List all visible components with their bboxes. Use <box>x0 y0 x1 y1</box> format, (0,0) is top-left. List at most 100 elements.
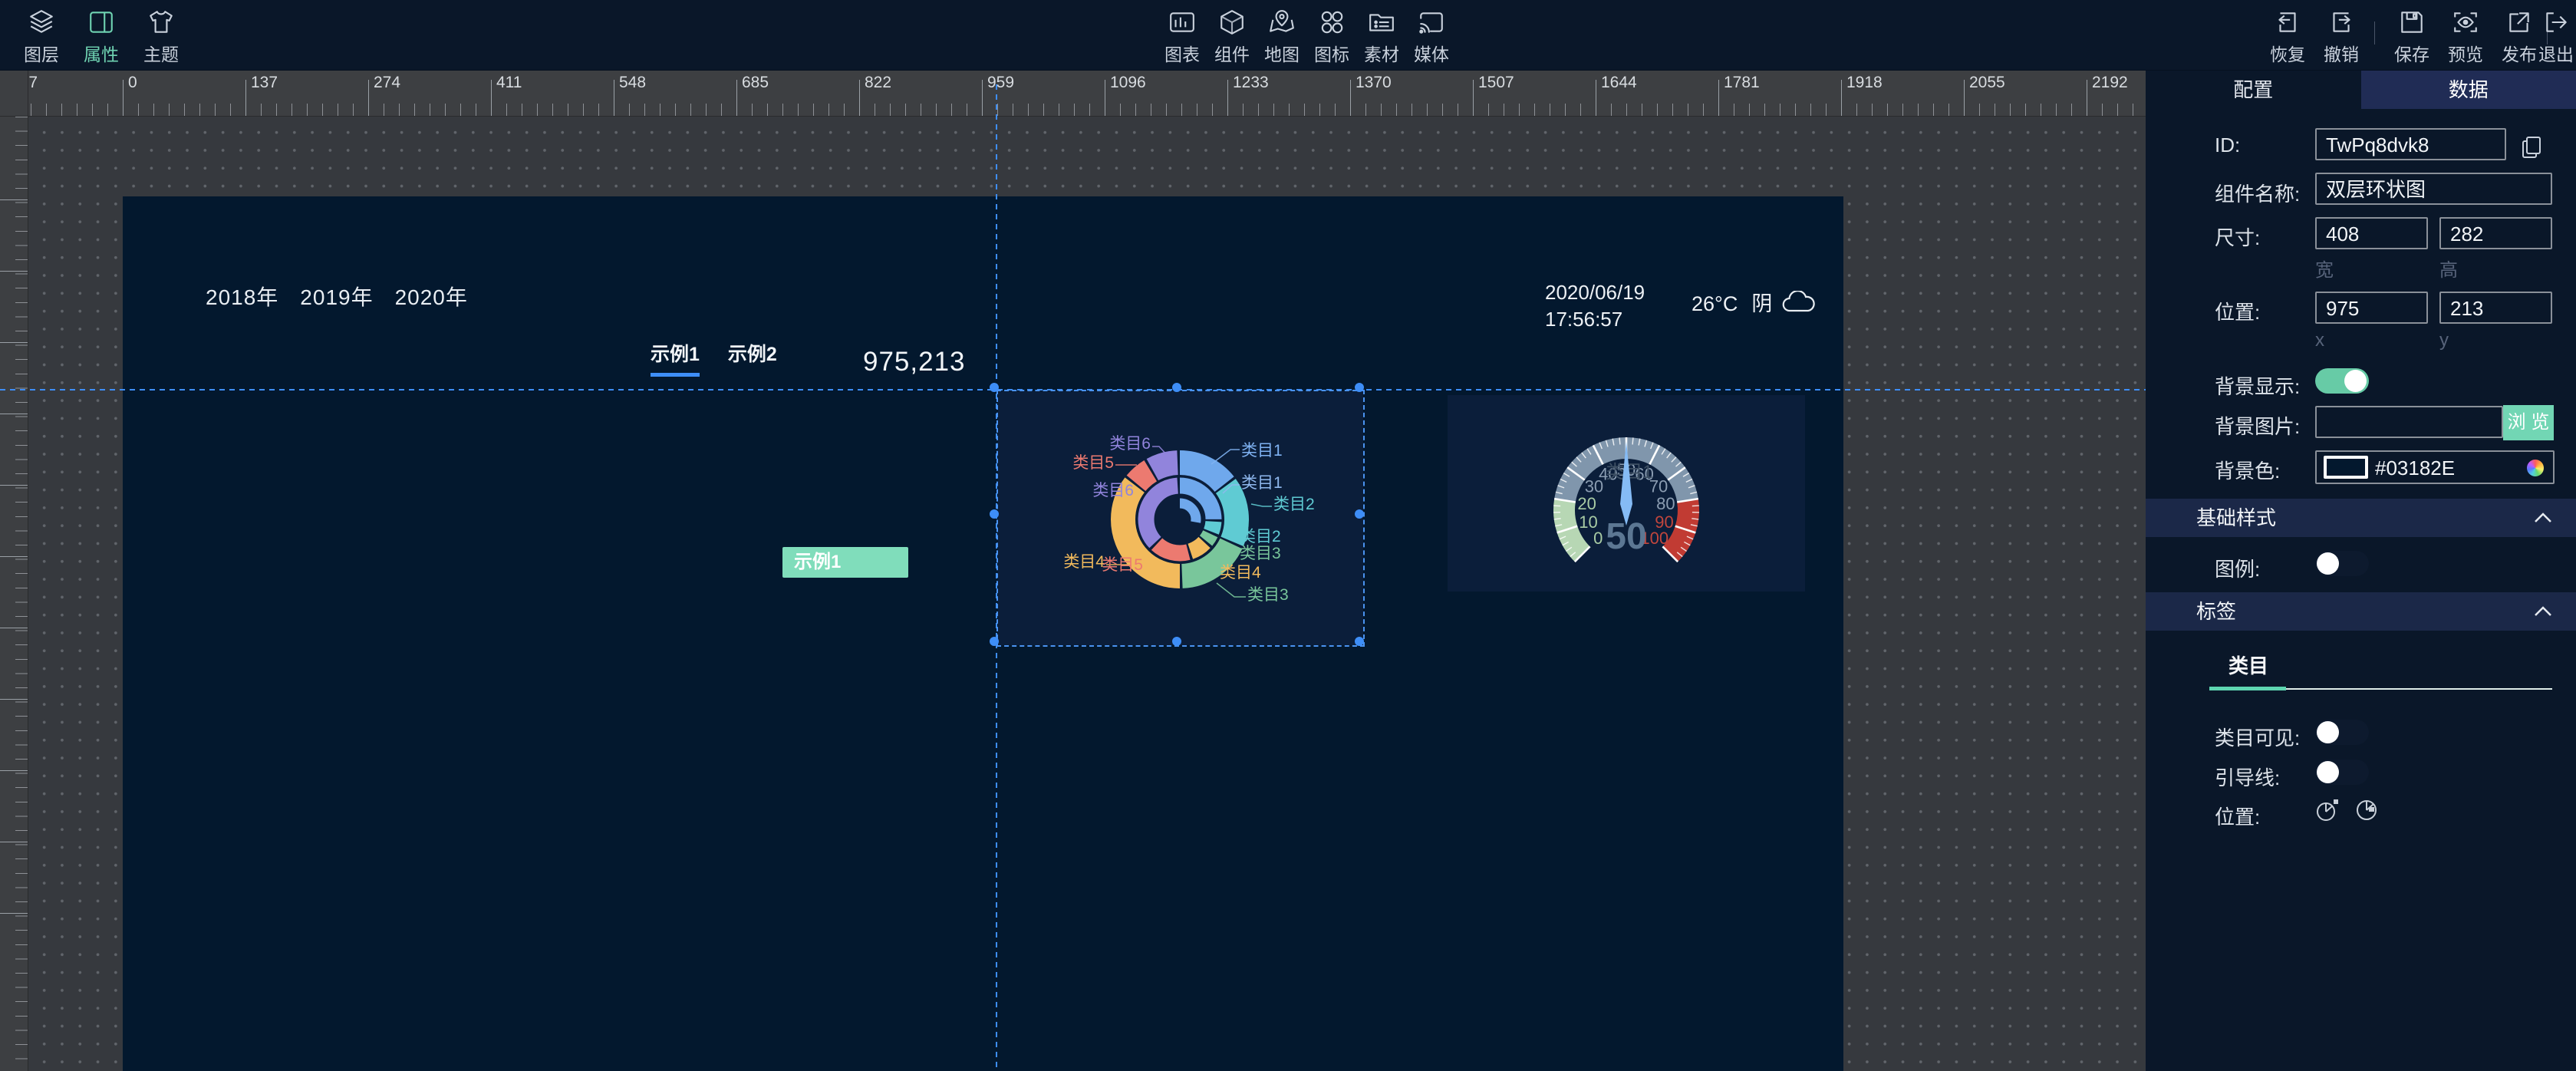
bg-image-label: 背景图片: <box>2215 411 2300 440</box>
bg-color-picker[interactable]: #03182E <box>2315 450 2555 484</box>
year-option[interactable]: 2020年 <box>395 285 468 309</box>
toolbar-chart-button[interactable]: 图表 <box>1155 6 1210 66</box>
toolbar-properties-label: 属性 <box>74 40 129 66</box>
ruler-label: 558 <box>0 615 3 641</box>
ruler-major-tick <box>1964 80 1965 117</box>
toolbar-media-button[interactable]: 媒体 <box>1404 6 1459 66</box>
toolbar-properties-button[interactable]: 属性 <box>74 6 129 66</box>
browse-button[interactable]: 浏 览 <box>2503 405 2554 440</box>
ruler-label: 279 <box>0 400 3 427</box>
bg-color-label: 背景色: <box>2215 456 2280 484</box>
gauge-panel[interactable]: 0102030405060708090100类目150 <box>1448 395 1805 592</box>
year-selector-widget[interactable]: 2018年 2019年 2020年 <box>206 281 489 311</box>
selection-box[interactable] <box>996 390 1365 647</box>
section-tags[interactable]: 标签 <box>2146 592 2576 631</box>
legend-toggle[interactable] <box>2315 551 2369 576</box>
ruler-label: 822 <box>865 74 891 92</box>
toggle-knob <box>2317 721 2339 743</box>
toolbar-material-button[interactable]: 素材 <box>1354 6 1409 66</box>
pos-x-field[interactable]: 975 <box>2315 292 2428 324</box>
ruler-major-tick <box>123 80 124 117</box>
guide-line-toggle[interactable] <box>2315 760 2369 785</box>
date-text: 2020/06/19 <box>1545 279 1645 306</box>
toolbar-component-label: 组件 <box>1204 40 1260 66</box>
label-inside-icon[interactable] <box>2355 798 2380 822</box>
year-option[interactable]: 2018年 <box>206 285 278 309</box>
ruler-major-tick <box>0 485 28 486</box>
height-field[interactable]: 282 <box>2439 217 2552 249</box>
selection-handle[interactable] <box>990 509 999 519</box>
toolbar-theme-button[interactable]: 主题 <box>133 6 189 66</box>
color-wheel-icon[interactable] <box>2527 460 2544 476</box>
ruler-major-tick <box>0 699 28 700</box>
pos-y-field[interactable]: 213 <box>2439 292 2552 324</box>
ruler-major-tick <box>491 80 492 117</box>
copy-icon[interactable] <box>2520 135 2543 163</box>
section-base-style[interactable]: 基础样式 <box>2146 499 2576 537</box>
svg-text:20: 20 <box>1577 494 1596 513</box>
label-outside-icon[interactable] <box>2315 798 2340 822</box>
demo-tab-1[interactable]: 示例1 <box>651 339 700 377</box>
ruler-label: 93 <box>0 267 3 285</box>
time-text: 17:56:57 <box>1545 306 1645 333</box>
id-label: ID: <box>2215 133 2240 157</box>
toolbar-restore-button[interactable]: 恢复 <box>2260 6 2315 66</box>
component-cube-icon <box>1204 6 1260 38</box>
chevron-up-icon <box>2533 605 2553 618</box>
ruler-major-tick <box>0 913 28 914</box>
category-tab[interactable]: 类目 <box>2228 651 2268 679</box>
toolbar-icons-label: 图标 <box>1304 40 1359 66</box>
undo-icon <box>2314 6 2369 38</box>
ruler-label: 465 <box>0 543 3 570</box>
toolbar-component-button[interactable]: 组件 <box>1204 6 1260 66</box>
toolbar-icons-button[interactable]: 图标 <box>1304 6 1359 66</box>
toolbar-exit-button[interactable]: 退出 <box>2528 6 2576 66</box>
toolbar-save-button[interactable]: 保存 <box>2384 6 2439 66</box>
ruler-label: 2192 <box>2092 74 2128 92</box>
selection-handle[interactable] <box>990 637 999 646</box>
ruler-label: 1781 <box>1724 74 1760 92</box>
selection-handle[interactable] <box>1355 509 1364 519</box>
ruler-major-tick <box>1718 80 1719 117</box>
sample-button-widget[interactable]: 示例1 <box>782 547 908 578</box>
year-option[interactable]: 2019年 <box>300 285 373 309</box>
toolbar-preview-label: 预览 <box>2438 40 2493 66</box>
component-name-field[interactable]: 双层环状图 <box>2315 173 2552 205</box>
tab-data[interactable]: 数据 <box>2361 71 2576 109</box>
guide-line-label: 引导线: <box>2215 763 2280 791</box>
selection-handle[interactable] <box>1355 383 1364 392</box>
toolbar-map-label: 地图 <box>1254 40 1309 66</box>
toolbar-preview-button[interactable]: 预览 <box>2438 6 2493 66</box>
vertical-ruler[interactable]: 093186279372465558651744837930 <box>0 117 28 1071</box>
color-swatch <box>2324 456 2368 479</box>
ruler-major-tick <box>1473 80 1474 117</box>
tab-config[interactable]: 配置 <box>2146 71 2361 109</box>
weather-temp: 26°C <box>1692 292 1738 315</box>
bg-show-toggle[interactable] <box>2315 368 2369 394</box>
bg-image-field[interactable] <box>2315 406 2503 438</box>
toolbar-map-button[interactable]: 地图 <box>1254 6 1309 66</box>
weather-widget[interactable]: 26°C阴 <box>1692 287 1817 317</box>
selection-handle[interactable] <box>1172 383 1181 392</box>
ruler-label: 744 <box>0 757 3 784</box>
horizontal-ruler[interactable]: -137013727441154868582295910961233137015… <box>0 71 2146 117</box>
height-caption: 高 <box>2439 255 2458 282</box>
selection-handle[interactable] <box>1172 637 1181 646</box>
toolbar-undo-button[interactable]: 撤销 <box>2314 6 2369 66</box>
toolbar-layers-button[interactable]: 图层 <box>14 6 69 66</box>
ruler-label: 1644 <box>1601 74 1637 92</box>
ruler-label: 959 <box>987 74 1014 92</box>
id-field[interactable]: TwPq8dvk8 <box>2315 128 2506 160</box>
four-shapes-icon <box>1304 6 1359 38</box>
selection-handle[interactable] <box>990 383 999 392</box>
selection-handle[interactable] <box>1355 637 1364 646</box>
width-field[interactable]: 408 <box>2315 217 2428 249</box>
ruler-label: 2055 <box>1969 74 2005 92</box>
datetime-widget[interactable]: 2020/06/19 17:56:57 <box>1545 279 1645 333</box>
category-visible-toggle[interactable] <box>2315 720 2369 745</box>
category-tab-underline <box>2209 687 2286 690</box>
ruler-label: 274 <box>374 74 400 92</box>
demo-tab-2[interactable]: 示例2 <box>728 339 777 373</box>
big-number-widget[interactable]: 975,213 <box>863 347 966 377</box>
chevron-up-icon <box>2533 511 2553 525</box>
